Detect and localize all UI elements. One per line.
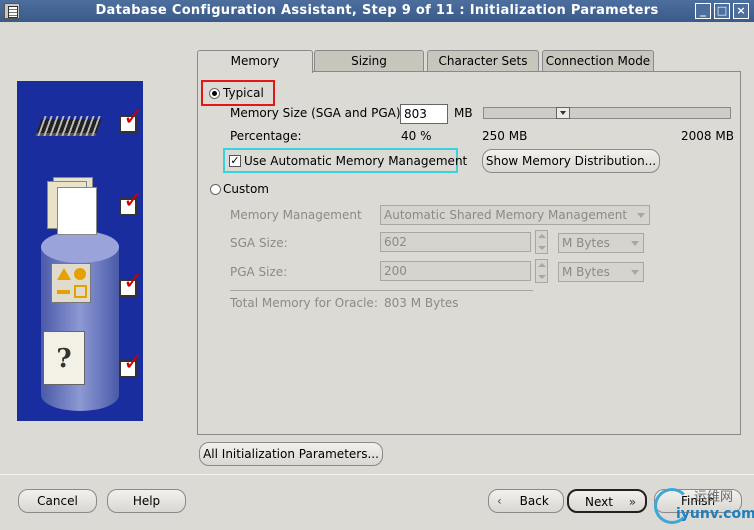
memory-panel — [197, 71, 741, 435]
watermark-cn-text: 运维网 — [694, 490, 734, 505]
show-memory-distribution-button[interactable]: Show Memory Distribution... — [482, 149, 660, 173]
cancel-button[interactable]: Cancel — [18, 489, 97, 513]
chevron-down-icon — [637, 213, 645, 218]
pga-size-spinner[interactable] — [535, 259, 548, 283]
sga-size-label: SGA Size: — [230, 236, 288, 250]
memory-size-label: Memory Size (SGA and PGA): — [230, 106, 405, 120]
sga-size-input[interactable]: 602 — [380, 232, 531, 252]
step-check-icon: ✓ — [119, 350, 143, 378]
question-document-icon: ? — [43, 331, 85, 385]
sga-unit-select[interactable]: M Bytes — [558, 233, 644, 253]
maximize-button[interactable]: □ — [714, 3, 730, 19]
memory-size-input[interactable]: 803 — [400, 104, 448, 124]
memory-slider[interactable] — [483, 107, 731, 119]
minimize-button[interactable]: _ — [695, 3, 711, 19]
tab-connection-mode[interactable]: Connection Mode — [542, 50, 654, 72]
window-title: Database Configuration Assistant, Step 9… — [95, 3, 659, 18]
step-check-icon: ✓ — [119, 188, 143, 216]
tab-sizing[interactable]: Sizing — [314, 50, 424, 72]
next-label: Next — [585, 495, 613, 509]
footer-divider — [0, 474, 754, 475]
folder-documents-icon — [43, 177, 99, 235]
custom-label: Custom — [223, 182, 269, 196]
tab-character-sets[interactable]: Character Sets — [427, 50, 539, 72]
chevron-left-icon: ‹ — [497, 494, 502, 508]
percentage-label: Percentage: — [230, 129, 302, 143]
use-amm-checkbox[interactable]: ✓ — [229, 155, 241, 167]
back-label: Back — [519, 494, 549, 508]
pga-unit-select[interactable]: M Bytes — [558, 262, 644, 282]
sga-size-spinner[interactable] — [535, 230, 548, 254]
chevron-down-icon — [631, 270, 639, 275]
chevron-right-icon: » — [628, 495, 637, 509]
custom-radio[interactable] — [210, 184, 221, 195]
chevron-down-icon — [631, 241, 639, 246]
title-bar: Database Configuration Assistant, Step 9… — [0, 0, 754, 22]
memory-size-unit: MB — [454, 106, 473, 120]
use-amm-label: Use Automatic Memory Management — [244, 154, 468, 168]
total-memory-value: 803 M Bytes — [384, 296, 459, 310]
memory-management-select[interactable]: Automatic Shared Memory Management — [380, 205, 650, 225]
back-button[interactable]: ‹ Back — [488, 489, 564, 513]
memory-chip-icon — [36, 119, 102, 133]
slider-min-label: 250 MB — [482, 129, 528, 143]
wizard-illustration: ? ✓ ✓ ✓ ✓ — [17, 81, 143, 421]
shapes-icon — [51, 263, 91, 303]
slider-thumb[interactable] — [556, 107, 570, 119]
next-button[interactable]: Next » — [567, 489, 647, 513]
all-initialization-parameters-button[interactable]: All Initialization Parameters... — [199, 442, 383, 466]
pga-size-label: PGA Size: — [230, 265, 288, 279]
site-watermark: 运维网 iyunv.com — [654, 484, 754, 530]
slider-max-label: 2008 MB — [681, 129, 734, 143]
typical-highlight — [201, 80, 275, 106]
divider — [230, 290, 533, 291]
watermark-url-text: iyunv.com — [676, 506, 754, 522]
step-check-icon: ✓ — [119, 105, 143, 133]
tab-memory[interactable]: Memory — [197, 50, 313, 73]
percentage-value: 40 % — [401, 129, 432, 143]
step-check-icon: ✓ — [119, 269, 143, 297]
help-button[interactable]: Help — [107, 489, 186, 513]
pga-unit-value: M Bytes — [562, 265, 610, 279]
total-memory-label: Total Memory for Oracle: — [230, 296, 378, 310]
close-button[interactable]: × — [733, 3, 749, 19]
memory-management-value: Automatic Shared Memory Management — [384, 208, 628, 222]
pga-size-input[interactable]: 200 — [380, 261, 531, 281]
sga-unit-value: M Bytes — [562, 236, 610, 250]
memory-management-label: Memory Management — [230, 208, 362, 222]
